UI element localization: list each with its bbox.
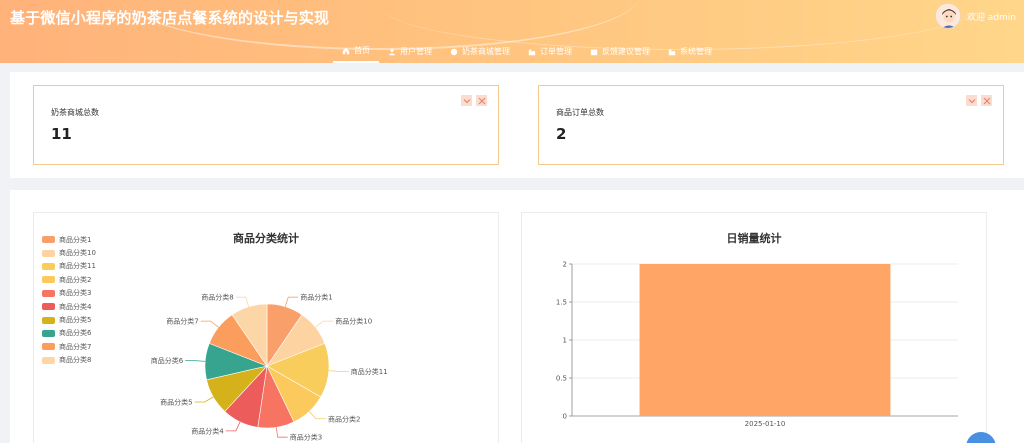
pie-label: 商品分类7 (166, 317, 198, 326)
y-tick-label: 0.5 (556, 375, 567, 383)
pie-label: 商品分类11 (351, 367, 388, 376)
stat-card-products: 奶茶商城总数 11 (33, 85, 499, 165)
main-nav: 首页 用户管理 奶茶商城管理 订单管理 反馈建议管理 系统管理 (333, 40, 721, 63)
stats-panel: 奶茶商城总数 11 商品订单总数 2 (10, 72, 1024, 178)
y-tick-label: 1 (563, 337, 567, 345)
pie-label: 商品分类5 (160, 398, 192, 407)
stat-label: 商品订单总数 (556, 108, 604, 117)
pie-label-line (200, 320, 219, 328)
pie-label-line (275, 427, 288, 438)
y-tick-label: 2 (563, 261, 567, 269)
bar[interactable] (639, 264, 891, 416)
charts-panel: 商品分类统计 商品分类1 商品分类10 商品分类11 商品分类2 商品分类3 商品分类4 商… (10, 190, 1024, 443)
pie-label: 商品分类3 (290, 433, 322, 442)
chevron-down-icon (968, 98, 975, 103)
nav-feedback[interactable]: 反馈建议管理 (581, 40, 659, 63)
pie-label: 商品分类10 (335, 317, 372, 326)
pie-label-line (235, 296, 250, 307)
pie-label: 商品分类1 (300, 293, 332, 302)
pie-label: 商品分类2 (328, 414, 360, 423)
pie-label: 商品分类6 (151, 356, 184, 365)
close-button[interactable] (981, 95, 992, 106)
nav-shop[interactable]: 奶茶商城管理 (441, 40, 519, 63)
greeting-text: 欢迎 admin (966, 12, 1016, 23)
stat-label: 奶茶商城总数 (51, 108, 99, 117)
nav-label: 系统管理 (680, 47, 712, 56)
nav-label: 首页 (354, 46, 370, 55)
close-icon (478, 97, 485, 104)
nav-orders[interactable]: 订单管理 (519, 40, 581, 63)
avatar[interactable] (934, 3, 961, 29)
nav-system[interactable]: 系统管理 (659, 40, 721, 63)
nav-users[interactable]: 用户管理 (379, 40, 441, 63)
pie-label-line (308, 411, 326, 420)
pie-label-line (284, 296, 299, 307)
nav-label: 反馈建议管理 (602, 47, 650, 56)
stat-card-orders: 商品订单总数 2 (538, 85, 1004, 165)
pie-label-line (315, 320, 334, 328)
nav-label: 奶茶商城管理 (462, 47, 510, 56)
nav-home[interactable]: 首页 (333, 40, 379, 63)
nav-label: 用户管理 (400, 47, 432, 56)
pie-label-line (225, 421, 241, 432)
top-header: 基于微信小程序的奶茶店点餐系统的设计与实现 欢迎 admin 首页 用户管理 奶… (0, 0, 1024, 63)
collapse-button[interactable] (461, 95, 472, 106)
feedback-icon (590, 49, 598, 55)
close-icon (983, 97, 990, 104)
order-icon (528, 48, 536, 55)
pie-label: 商品分类8 (201, 293, 233, 302)
y-tick-label: 1.5 (556, 299, 567, 307)
system-icon (668, 48, 676, 55)
shop-icon (450, 48, 458, 55)
pie-chart-card: 商品分类统计 商品分类1 商品分类10 商品分类11 商品分类2 商品分类3 商品分类4 商… (33, 212, 499, 443)
collapse-button[interactable] (966, 95, 977, 106)
bar-chart: 0 0.5 1 1.5 2 2025-01-10 (556, 261, 958, 428)
stat-value: 11 (51, 125, 72, 143)
chevron-down-icon (463, 98, 470, 103)
app-title: 基于微信小程序的奶茶店点餐系统的设计与实现 (10, 9, 330, 27)
pie-label-line (185, 360, 206, 362)
pie-label-line (328, 370, 349, 372)
y-tick-label: 0 (563, 413, 567, 421)
pie-label-line (194, 396, 214, 403)
pie-chart: 商品分类1 商品分类10 商品分类11 商品分类2 商品分类3 商品分类4 商品分类5 商品分… (151, 293, 388, 442)
user-icon (388, 48, 396, 55)
pie-label: 商品分类4 (191, 426, 224, 435)
bar-chart-card: 日销量统计 0 0.5 1 1.5 2 2025-01-10 (521, 212, 987, 443)
home-icon (342, 47, 350, 54)
x-tick-label: 2025-01-10 (745, 420, 786, 428)
user-menu[interactable]: 欢迎 admin (934, 3, 1016, 29)
stat-value: 2 (556, 125, 567, 143)
nav-label: 订单管理 (540, 47, 572, 56)
close-button[interactable] (476, 95, 487, 106)
